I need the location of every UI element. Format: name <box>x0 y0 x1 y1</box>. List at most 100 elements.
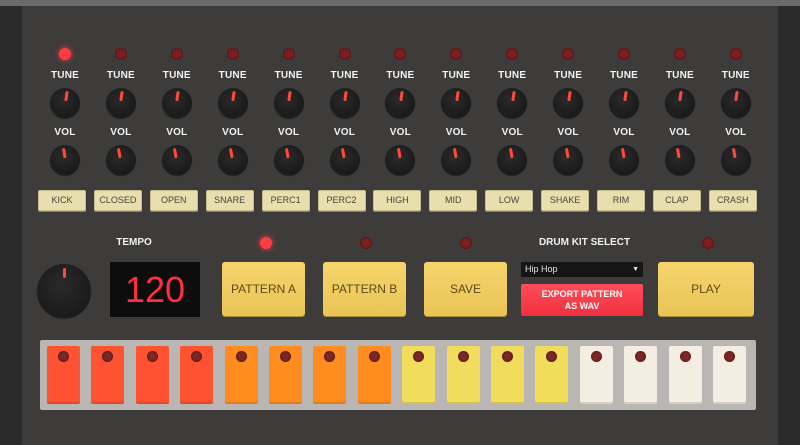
sound-button-shake[interactable]: SHAKE <box>541 190 590 211</box>
step-button-3[interactable] <box>135 346 169 404</box>
tune-label: TUNE <box>274 70 303 81</box>
step-button-5[interactable] <box>224 346 258 404</box>
sound-button-high[interactable]: HIGH <box>373 190 422 211</box>
export-label-line2: AS WAV <box>564 301 600 311</box>
tune-label: TUNE <box>50 70 80 81</box>
pattern-b-button[interactable]: PATTERN B <box>323 262 406 316</box>
sound-button-snare[interactable]: SNARE <box>205 190 254 211</box>
vol-knob[interactable] <box>217 145 248 175</box>
tune-label: TUNE <box>609 70 639 81</box>
tune-knob[interactable] <box>441 88 472 118</box>
save-led <box>460 237 472 249</box>
step-button-9[interactable] <box>402 346 436 404</box>
step-led <box>280 351 291 362</box>
vol-label: VOL <box>613 127 635 138</box>
sound-button-rim[interactable]: RIM <box>597 190 645 211</box>
play-button[interactable]: PLAY <box>658 262 754 316</box>
channel-11: TUNE VOL RIM <box>596 46 652 221</box>
tune-knob[interactable] <box>720 88 751 118</box>
vol-knob[interactable] <box>329 145 360 175</box>
sound-button-closed[interactable]: CLOSED <box>93 190 142 211</box>
step-button-12[interactable] <box>535 346 569 404</box>
step-button-4[interactable] <box>180 346 214 404</box>
step-sequencer <box>40 340 756 410</box>
step-button-16[interactable] <box>713 346 746 404</box>
save-button[interactable]: SAVE <box>424 262 507 316</box>
step-button-15[interactable] <box>668 346 702 404</box>
vol-knob[interactable] <box>161 145 192 175</box>
tune-knob[interactable] <box>329 88 360 118</box>
knob-indicator <box>173 147 178 159</box>
step-led <box>324 351 336 362</box>
vol-knob[interactable] <box>50 145 80 175</box>
knob-indicator <box>343 90 348 102</box>
step-button-8[interactable] <box>357 346 391 404</box>
sound-button-perc2[interactable]: PERC2 <box>317 190 366 211</box>
sound-button-mid[interactable]: MID <box>429 190 478 211</box>
tune-knob[interactable] <box>385 88 416 118</box>
step-button-7[interactable] <box>313 346 347 404</box>
knob-indicator <box>396 147 402 159</box>
export-wav-button[interactable]: EXPORT PATTERN AS WAV <box>521 284 643 316</box>
tune-knob[interactable] <box>553 88 584 118</box>
knob-indicator <box>117 147 123 159</box>
play-led <box>702 237 714 249</box>
tune-knob[interactable] <box>664 88 695 118</box>
vol-label: VOL <box>333 127 356 138</box>
vol-knob[interactable] <box>105 145 136 175</box>
step-led <box>679 351 691 362</box>
vol-knob[interactable] <box>441 145 472 175</box>
tune-label: TUNE <box>442 70 471 81</box>
tune-knob[interactable] <box>217 88 248 118</box>
tune-knob[interactable] <box>497 88 528 118</box>
step-button-1[interactable] <box>47 346 80 404</box>
step-button-10[interactable] <box>446 346 480 404</box>
channel-1: TUNE VOL KICK <box>37 46 93 221</box>
vol-knob[interactable] <box>609 145 639 175</box>
pattern-a-button[interactable]: PATTERN A <box>222 262 305 316</box>
step-led <box>502 351 513 362</box>
tune-knob[interactable] <box>273 88 304 118</box>
knob-indicator <box>564 147 570 159</box>
tune-knob[interactable] <box>50 88 80 118</box>
tempo-display: 120 <box>110 262 200 317</box>
step-led <box>368 351 380 362</box>
vol-label: VOL <box>557 127 579 138</box>
tune-knob[interactable] <box>161 88 192 118</box>
vol-label: VOL <box>389 127 411 138</box>
drum-kit-select[interactable]: Hip Hop ▼ <box>521 262 643 277</box>
step-button-14[interactable] <box>624 346 658 404</box>
pattern-b-led <box>360 237 372 249</box>
tune-knob[interactable] <box>105 88 136 118</box>
step-led <box>590 351 602 362</box>
step-button-11[interactable] <box>491 346 524 404</box>
vol-knob[interactable] <box>664 145 695 175</box>
vol-knob[interactable] <box>273 145 304 175</box>
tune-label: TUNE <box>106 70 135 81</box>
channel-led <box>562 48 575 60</box>
tune-knob[interactable] <box>609 88 639 118</box>
step-button-6[interactable] <box>269 346 302 404</box>
vol-knob[interactable] <box>385 145 416 175</box>
vol-label: VOL <box>54 127 76 138</box>
channel-led <box>226 48 239 60</box>
knob-indicator <box>119 90 125 102</box>
sound-button-low[interactable]: LOW <box>485 190 534 211</box>
step-button-13[interactable] <box>579 346 613 404</box>
vol-knob[interactable] <box>553 145 584 175</box>
vol-knob[interactable] <box>720 145 751 175</box>
sound-button-clap[interactable]: CLAP <box>652 190 701 211</box>
step-led <box>58 351 69 362</box>
step-led <box>191 351 203 362</box>
tempo-label: TEMPO <box>116 237 152 248</box>
knob-indicator <box>566 90 572 102</box>
sound-button-open[interactable]: OPEN <box>149 190 198 211</box>
step-button-2[interactable] <box>91 346 125 404</box>
tempo-knob[interactable] <box>37 264 91 318</box>
sound-button-kick[interactable]: KICK <box>38 190 86 211</box>
sound-button-perc1[interactable]: PERC1 <box>261 190 310 211</box>
vol-knob[interactable] <box>497 145 528 175</box>
sound-button-crash[interactable]: CRASH <box>708 190 757 211</box>
tune-label: TUNE <box>330 70 359 81</box>
knob-indicator <box>734 90 739 102</box>
